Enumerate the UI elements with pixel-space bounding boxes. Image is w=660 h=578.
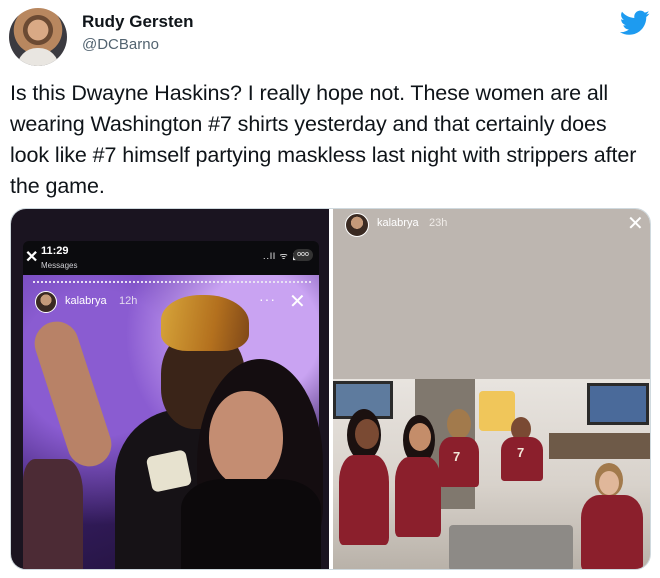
media-grid: ✕ 11:29 Messages ..ll ᯤ ▮ ooo kalabrya 1…: [10, 208, 651, 570]
story-username: kalabrya: [65, 295, 107, 307]
photo-face: [599, 471, 619, 495]
lamp: [479, 391, 515, 431]
photo-woman-face: [209, 391, 283, 487]
television: [587, 383, 649, 425]
phone-back-label: Messages: [41, 261, 78, 270]
story-age: 12h: [119, 295, 138, 307]
photo-head: [447, 409, 471, 439]
shelf: [549, 433, 650, 459]
media-image-right[interactable]: kalabrya 23h ✕ 7 7: [333, 209, 650, 569]
more-icon: ooo: [293, 249, 313, 261]
author-name[interactable]: Rudy Gersten: [82, 12, 193, 32]
jersey-person: [395, 457, 441, 537]
story-photo-group: 7 7: [333, 379, 650, 569]
jersey-person: [339, 455, 389, 545]
photo-figure: [23, 459, 83, 569]
close-icon: ✕: [289, 291, 306, 313]
story-avatar: [345, 213, 369, 237]
avatar[interactable]: [9, 8, 67, 66]
coffee-table: [449, 525, 573, 569]
photo-head: [409, 423, 431, 451]
story-avatar: [35, 291, 57, 313]
avatar-shirt: [17, 48, 59, 66]
jersey-number: 7: [453, 449, 461, 464]
story-username: kalabrya: [377, 217, 419, 229]
photo-woman-body: [181, 479, 321, 569]
story-age: 23h: [429, 217, 448, 229]
photo-headwrap: [161, 295, 249, 351]
ellipsis-icon: ···: [259, 291, 276, 307]
close-icon: ✕: [627, 213, 644, 235]
tweet-text: Is this Dwayne Haskins? I really hope no…: [10, 81, 637, 198]
jersey-person: [581, 495, 643, 569]
twitter-bird-icon[interactable]: [620, 10, 650, 36]
jersey-number: 7: [517, 445, 525, 460]
photo-head: [355, 419, 379, 449]
media-image-left[interactable]: ✕ 11:29 Messages ..ll ᯤ ▮ ooo kalabrya 1…: [11, 209, 329, 569]
author-handle[interactable]: @DCBarno: [82, 36, 159, 53]
phone-time: 11:29: [41, 245, 69, 257]
close-icon: ✕: [25, 249, 39, 266]
story-progress-bar: [33, 281, 311, 283]
